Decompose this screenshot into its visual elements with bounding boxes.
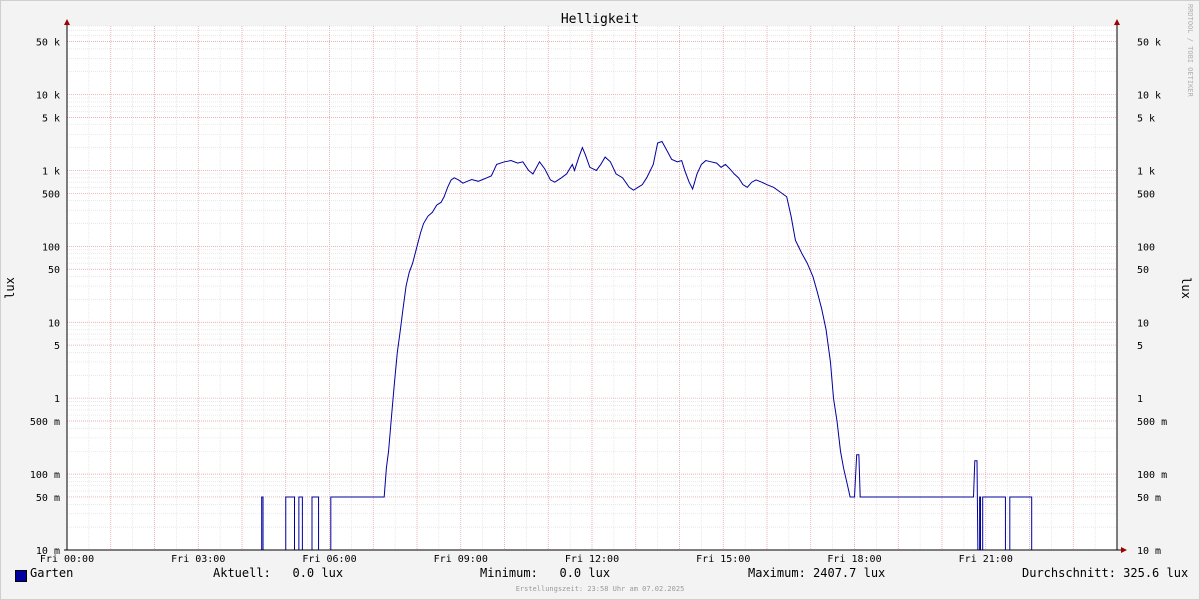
x-tick-label: Fri 18:00 (827, 554, 881, 565)
legend: Garten Aktuell: 0.0 lux Minimum: 0.0 lux… (0, 566, 1200, 586)
legend-swatch-garten (15, 570, 27, 582)
x-tick-label: Fri 03:00 (171, 554, 225, 565)
chart-title: Helligkeit (561, 12, 639, 27)
x-tick-label: Fri 06:00 (302, 554, 356, 565)
rrd-graph: Helligkeit lux lux 50 k 10 k 5 k 1 k 500 100 5… (0, 0, 1200, 600)
y-tick-label-right: 1 k (1137, 166, 1155, 177)
y-tick-label-left: 50 (48, 265, 60, 276)
y-axis-label-left: lux (3, 277, 17, 299)
x-tick-label: Fri 21:00 (959, 554, 1013, 565)
y-tick-label-left: 500 (42, 189, 60, 200)
y-tick-label-right: 500 m (1137, 417, 1167, 428)
legend-series-label: Garten (30, 566, 74, 580)
y-tick-label-right: 1 (1137, 394, 1143, 405)
legend-maximum: Maximum: 2407.7 lux (748, 566, 886, 580)
y-tick-label-left: 10 (48, 318, 60, 329)
y-tick-label-right: 10 (1137, 318, 1149, 329)
legend-minimum: Minimum: 0.0 lux (480, 566, 611, 580)
y-tick-label-left: 100 (42, 242, 60, 253)
y-tick-label-right: 50 m (1137, 493, 1161, 504)
y-tick-label-left: 50 m (36, 493, 60, 504)
y-tick-label-left: 50 k (36, 37, 60, 48)
legend-current: Aktuell: 0.0 lux (213, 566, 344, 580)
y-tick-label-left: 500 m (30, 417, 60, 428)
y-tick-label-right: 500 (1137, 189, 1155, 200)
y-tick-label-left: 1 (54, 394, 60, 405)
x-tick-label: Fri 12:00 (565, 554, 619, 565)
x-tick-label: Fri 00:00 (40, 554, 94, 565)
chart: Helligkeit lux lux 50 k 10 k 5 k 1 k 500 100 5… (0, 0, 1200, 600)
y-tick-label-left: 100 m (30, 470, 60, 481)
y-tick-label-left: 5 k (42, 113, 60, 124)
y-tick-label-left: 1 k (42, 166, 60, 177)
y-tick-label-right: 50 k (1137, 37, 1161, 48)
y-tick-label-right: 5 k (1137, 113, 1155, 124)
watermark: RRDTOOL / TOBI OETIKER (1186, 4, 1194, 97)
y-tick-label-left: 5 (54, 341, 60, 352)
x-tick-label: Fri 15:00 (696, 554, 750, 565)
y-tick-label-right: 100 m (1137, 470, 1167, 481)
y-tick-label-right: 5 (1137, 341, 1143, 352)
y-tick-label-right: 10 m (1137, 546, 1161, 557)
legend-average: Durchschnitt: 325.6 lux (1022, 566, 1189, 580)
x-tick-label: Fri 09:00 (434, 554, 488, 565)
y-tick-label-left: 10 k (36, 91, 60, 102)
footer-timestamp: Erstellungszeit: 23:58 Uhr am 07.02.2025 (515, 585, 685, 593)
y-tick-label-right: 10 k (1137, 91, 1161, 102)
y-axis-label-right: lux (1179, 277, 1193, 299)
y-tick-label-right: 100 (1137, 242, 1155, 253)
y-tick-label-right: 50 (1137, 265, 1149, 276)
